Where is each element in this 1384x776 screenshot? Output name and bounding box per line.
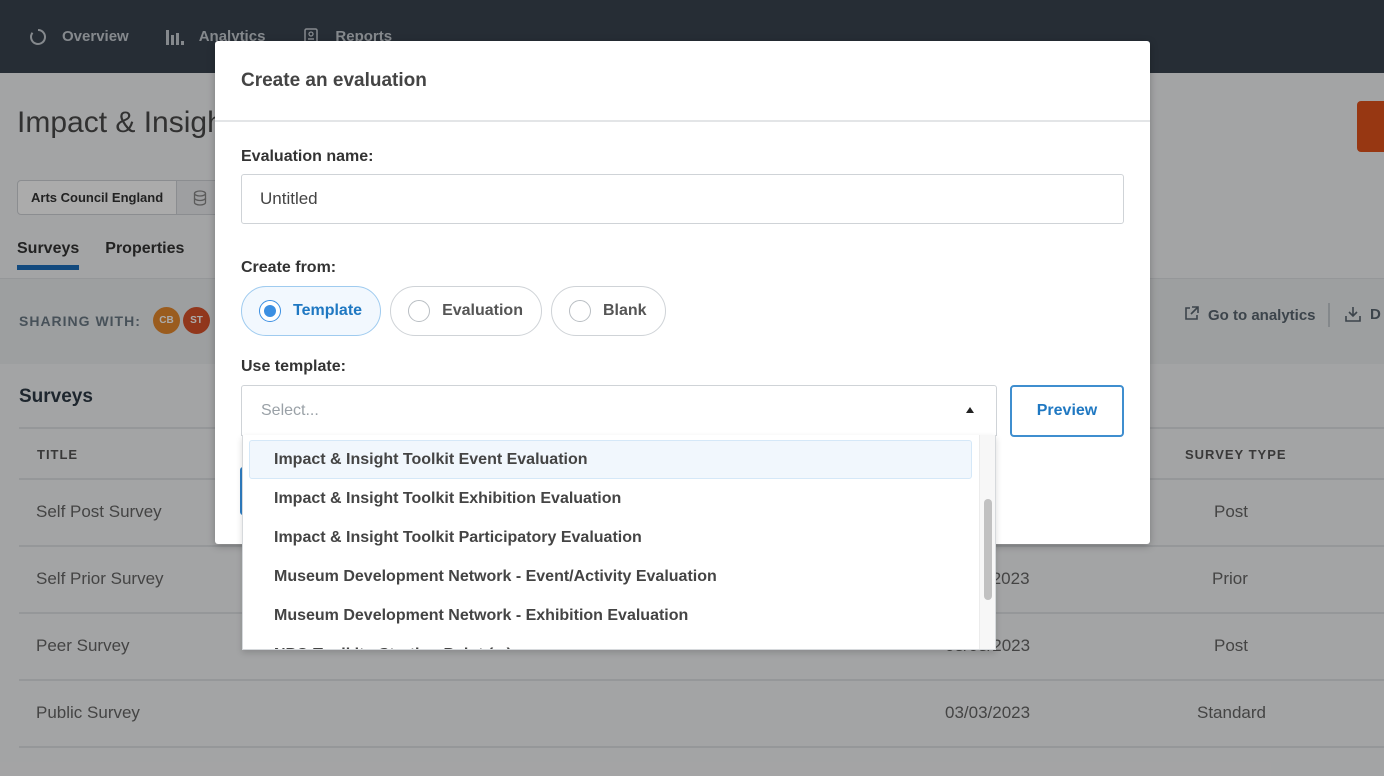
preview-button[interactable]: Preview	[1010, 385, 1124, 437]
template-option[interactable]: NPO Toolkit - Starting Point (...)	[249, 635, 972, 650]
caret-up-icon	[966, 407, 974, 413]
template-option-list: Impact & Insight Toolkit Event Evaluatio…	[249, 440, 972, 650]
template-option[interactable]: Impact & Insight Toolkit Event Evaluatio…	[249, 440, 972, 479]
dropdown-scroll-thumb[interactable]	[984, 499, 992, 600]
radio-unchecked-icon	[568, 300, 591, 322]
radio-checked-icon	[259, 300, 281, 322]
radio-blank[interactable]: Blank	[550, 286, 666, 336]
modal-title: Create an evaluation	[241, 69, 427, 91]
radio-blank-label: Blank	[602, 302, 647, 319]
radio-template-label: Template	[293, 302, 363, 319]
modal-header: Create an evaluation	[215, 41, 1150, 122]
evaluation-name-input[interactable]	[241, 174, 1124, 224]
create-from-label: Create from:	[241, 259, 337, 276]
template-option[interactable]: Museum Development Network - Event/Activ…	[249, 557, 972, 596]
radio-evaluation[interactable]: Evaluation	[390, 286, 542, 336]
radio-template[interactable]: Template	[241, 286, 382, 336]
template-option[interactable]: Impact & Insight Toolkit Participatory E…	[249, 518, 972, 557]
template-option[interactable]: Museum Development Network - Exhibition …	[249, 596, 972, 635]
use-template-label: Use template:	[241, 358, 346, 375]
evaluation-name-label: Evaluation name:	[241, 148, 374, 165]
create-from-radio-group: Template Evaluation Blank	[241, 286, 666, 336]
template-option[interactable]: Impact & Insight Toolkit Exhibition Eval…	[249, 479, 972, 518]
radio-evaluation-label: Evaluation	[442, 302, 523, 319]
dropdown-scrollbar[interactable]	[979, 435, 995, 649]
template-dropdown-menu: Impact & Insight Toolkit Event Evaluatio…	[242, 435, 996, 650]
template-select-placeholder: Select...	[261, 401, 319, 419]
template-select[interactable]: Select...	[241, 385, 997, 436]
radio-unchecked-icon	[408, 300, 431, 322]
